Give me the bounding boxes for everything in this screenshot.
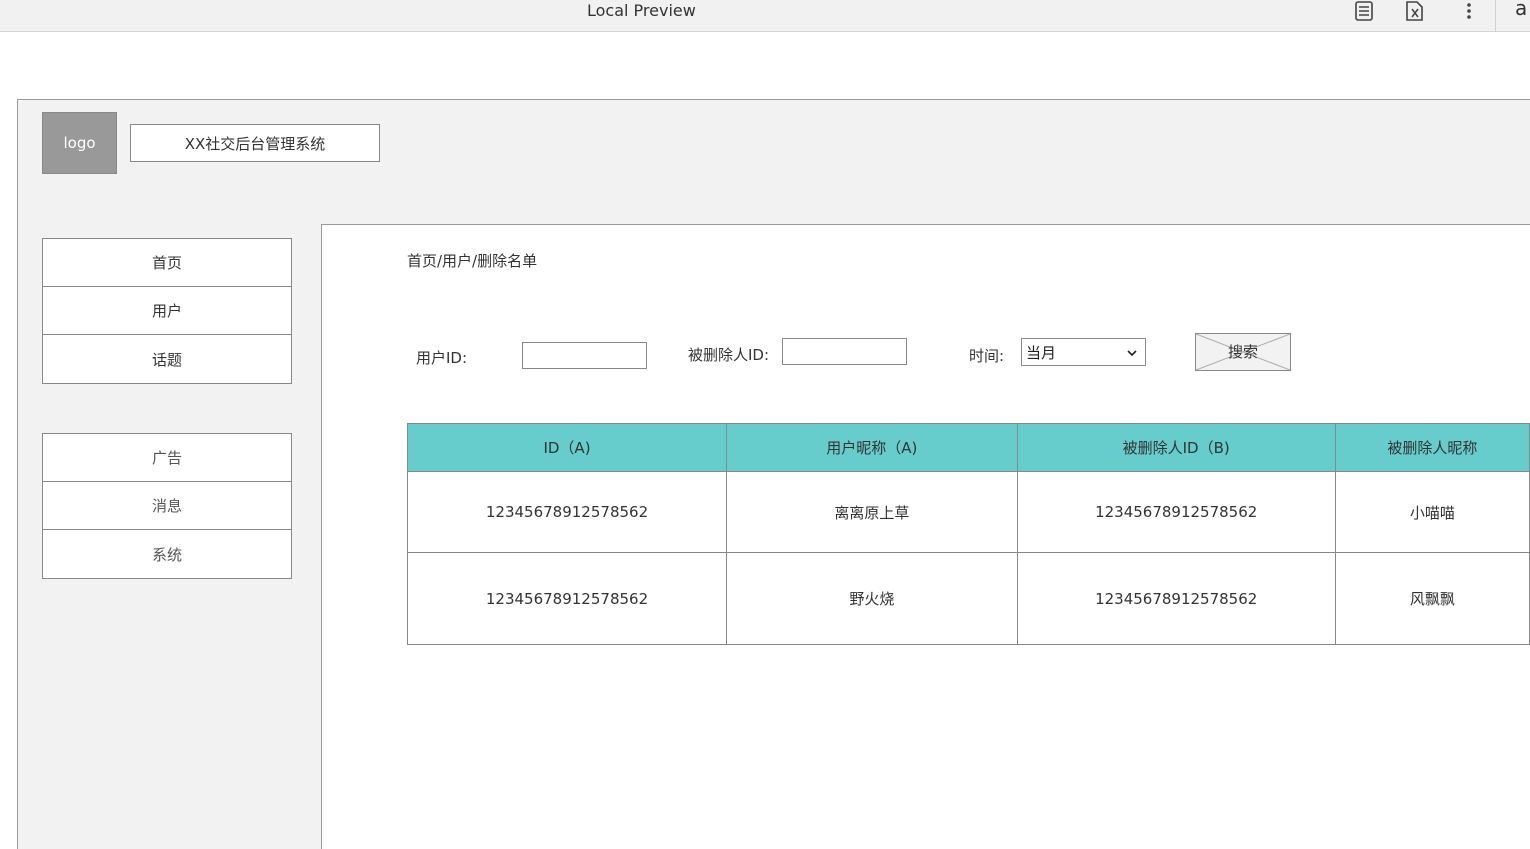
cell-deleted-id: 12345678912578562 (1016, 471, 1336, 553)
profile-avatar-partial[interactable]: a (1515, 0, 1527, 20)
logo: logo (42, 112, 117, 174)
sidebar-item-system[interactable]: 系统 (43, 530, 291, 578)
more-vertical-icon[interactable] (1458, 0, 1480, 22)
column-header-deleted-nickname: 被删除人昵称 (1334, 423, 1530, 472)
cell-id: 12345678912578562 (407, 471, 727, 553)
column-header-id: ID（A) (407, 423, 727, 472)
deleted-list-table: ID（A) 用户昵称（A) 被删除人ID（B) 被删除人昵称 123456789… (407, 423, 1530, 645)
table-header-row: ID（A) 用户昵称（A) 被删除人ID（B) 被删除人昵称 (407, 423, 1530, 472)
user-id-label: 用户ID: (416, 349, 468, 367)
deleted-id-input[interactable] (782, 338, 907, 365)
breadcrumb: 首页/用户/删除名单 (407, 252, 538, 270)
chevron-down-icon (1127, 344, 1137, 362)
time-select-value: 当月 (1026, 343, 1057, 362)
cell-nickname: 野火烧 (726, 552, 1018, 645)
deleted-id-label: 被删除人ID: (688, 346, 770, 364)
translate-icon[interactable] (1404, 0, 1426, 22)
time-select[interactable]: 当月 (1021, 338, 1146, 366)
time-label: 时间: (969, 347, 1005, 365)
user-id-input[interactable] (522, 342, 647, 369)
cell-nickname: 离离原上草 (726, 471, 1018, 553)
sidebar-item-messages[interactable]: 消息 (43, 482, 291, 530)
sidebar-item-home[interactable]: 首页 (43, 239, 291, 287)
table-row[interactable]: 12345678912578562 野火烧 12345678912578562 … (407, 552, 1530, 645)
cell-deleted-nickname: 风飘飘 (1334, 552, 1530, 645)
column-header-nickname: 用户昵称（A) (726, 423, 1018, 472)
search-button[interactable]: 搜索 (1195, 333, 1291, 371)
sidebar-group-other: 广告 消息 系统 (42, 433, 292, 579)
table-row[interactable]: 12345678912578562 离离原上草 1234567891257856… (407, 471, 1530, 553)
browser-toolbar: Local Preview a (0, 0, 1530, 32)
toolbar-divider (1495, 0, 1496, 32)
sidebar-item-topics[interactable]: 话题 (43, 335, 291, 383)
browser-title: Local Preview (587, 1, 696, 20)
sidebar-item-ads[interactable]: 广告 (43, 434, 291, 482)
sidebar-item-users[interactable]: 用户 (43, 287, 291, 335)
sidebar-group-main: 首页 用户 话题 (42, 238, 292, 384)
cell-deleted-id: 12345678912578562 (1016, 552, 1336, 645)
search-button-label: 搜索 (1227, 343, 1258, 361)
reader-mode-icon[interactable] (1353, 0, 1375, 22)
cell-id: 12345678912578562 (407, 552, 727, 645)
column-header-deleted-id: 被删除人ID（B) (1016, 423, 1336, 472)
system-title: XX社交后台管理系统 (130, 124, 380, 162)
cell-deleted-nickname: 小喵喵 (1334, 471, 1530, 553)
